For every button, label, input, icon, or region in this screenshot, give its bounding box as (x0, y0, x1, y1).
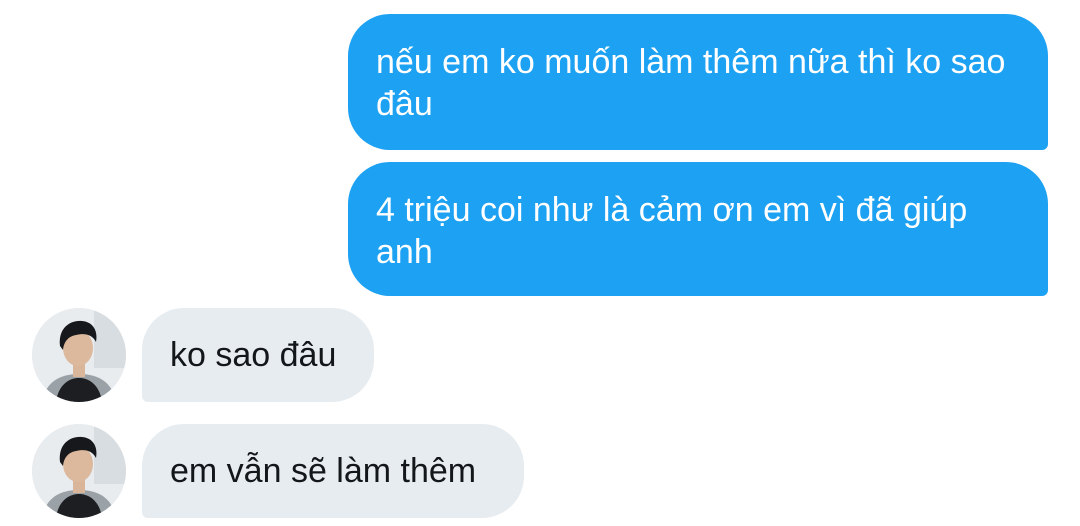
message-text: em vẫn sẽ làm thêm (170, 452, 477, 490)
message-text: 4 triệu coi như là cảm ơn em vì đã giúp … (376, 191, 968, 271)
message-text: ko sao đâu (170, 336, 337, 374)
outgoing-message-bubble[interactable]: nếu em ko muốn làm thêm nữa thì ko sao đ… (348, 14, 1048, 150)
contact-avatar[interactable] (32, 308, 126, 402)
contact-avatar[interactable] (32, 424, 126, 518)
outgoing-message-bubble[interactable]: 4 triệu coi như là cảm ơn em vì đã giúp … (348, 162, 1048, 296)
incoming-message-bubble[interactable]: ko sao đâu (142, 308, 374, 402)
incoming-message-bubble[interactable]: em vẫn sẽ làm thêm (142, 424, 524, 518)
person-photo-icon (32, 308, 126, 402)
person-photo-icon (32, 424, 126, 518)
conversation-thread: nếu em ko muốn làm thêm nữa thì ko sao đ… (0, 0, 1080, 526)
message-text: nếu em ko muốn làm thêm nữa thì ko sao đ… (376, 43, 1006, 123)
